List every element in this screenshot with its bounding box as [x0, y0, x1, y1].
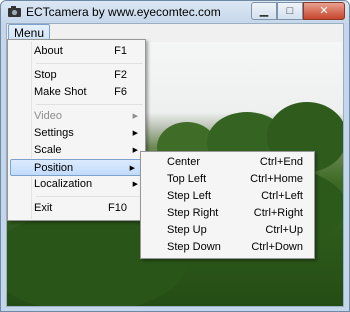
maximize-icon: □ — [286, 4, 294, 17]
submenu-item-label: Step Left — [167, 190, 212, 202]
menu-item-localization[interactable]: Localization ▶ — [8, 176, 145, 193]
menu-item-position[interactable]: Position ▶ — [10, 159, 143, 176]
menu-separator — [36, 63, 143, 64]
submenu-item-top-left[interactable]: Top Left Ctrl+Home — [141, 171, 314, 188]
shortcut-label: F6 — [114, 86, 127, 98]
chevron-right-icon: ▶ — [132, 181, 138, 188]
menu-item-settings[interactable]: Settings ▶ — [8, 125, 145, 142]
menu-separator — [36, 104, 143, 105]
menu-item-label: Video — [34, 110, 62, 122]
submenu-item-label: Step Up — [167, 224, 207, 236]
menu-item-label: Position — [34, 162, 74, 174]
menu-item-video: Video ▶ — [8, 108, 145, 125]
maximize-button[interactable]: □ — [277, 2, 303, 20]
shortcut-label: Ctrl+Right — [253, 207, 303, 219]
position-submenu: Center Ctrl+End Top Left Ctrl+Home Step Le… — [140, 151, 315, 259]
minimize-button[interactable]: ▁ — [251, 2, 277, 20]
submenu-item-step-right[interactable]: Step Right Ctrl+Right — [141, 205, 314, 222]
menu-item-label: Scale — [34, 144, 62, 156]
menu-item-label: Settings — [34, 127, 74, 139]
menu-item-label: About — [34, 45, 63, 57]
chevron-right-icon: ▶ — [132, 147, 138, 154]
shortcut-label: F2 — [114, 69, 127, 81]
menu-separator — [36, 196, 143, 197]
shortcut-label: Ctrl+Down — [251, 241, 303, 253]
menu-item-label: Make Shot — [34, 86, 87, 98]
shortcut-label: Ctrl+Up — [265, 224, 303, 236]
menu-item-stop[interactable]: Stop F2 — [8, 67, 145, 84]
main-menu-dropdown: About F1 Stop F2 Make Shot F6 Video ▶ Settin… — [7, 39, 146, 221]
shortcut-label: Ctrl+Home — [250, 173, 303, 185]
submenu-item-label: Step Down — [167, 241, 221, 253]
submenu-item-label: Top Left — [167, 173, 207, 185]
camera-icon — [8, 6, 21, 17]
submenu-item-label: Center — [167, 156, 201, 168]
submenu-item-step-left[interactable]: Step Left Ctrl+Left — [141, 188, 314, 205]
title-bar[interactable]: ECTcamera by www.eyecomtec.com ▁ □ ✕ — [1, 1, 349, 23]
menu-item-label: Stop — [34, 69, 57, 81]
shortcut-label: Ctrl+End — [259, 156, 303, 168]
shortcut-label: Ctrl+Left — [261, 190, 303, 202]
menu-item-about[interactable]: About F1 — [8, 43, 145, 60]
submenu-item-label: Step Right — [167, 207, 219, 219]
chevron-right-icon: ▶ — [132, 113, 138, 120]
window-title: ECTcamera by www.eyecomtec.com — [26, 5, 221, 19]
close-icon: ✕ — [319, 4, 329, 17]
shortcut-label: F1 — [114, 45, 127, 57]
menu-item-scale[interactable]: Scale ▶ — [8, 142, 145, 159]
submenu-item-step-up[interactable]: Step Up Ctrl+Up — [141, 222, 314, 239]
submenu-item-step-down[interactable]: Step Down Ctrl+Down — [141, 239, 314, 256]
menu-item-exit[interactable]: Exit F10 — [8, 200, 145, 217]
menu-item-make-shot[interactable]: Make Shot F6 — [8, 84, 145, 101]
chevron-right-icon: ▶ — [132, 130, 138, 137]
submenu-item-center[interactable]: Center Ctrl+End — [141, 154, 314, 171]
shortcut-label: F10 — [108, 202, 127, 214]
menu-item-label: Localization — [34, 178, 93, 190]
app-window: ECTcamera by www.eyecomtec.com ▁ □ ✕ Men… — [0, 0, 350, 312]
chevron-right-icon: ▶ — [129, 165, 135, 172]
close-button[interactable]: ✕ — [303, 2, 345, 20]
menu-item-label: Exit — [34, 202, 53, 214]
minimize-icon: ▁ — [259, 4, 269, 17]
